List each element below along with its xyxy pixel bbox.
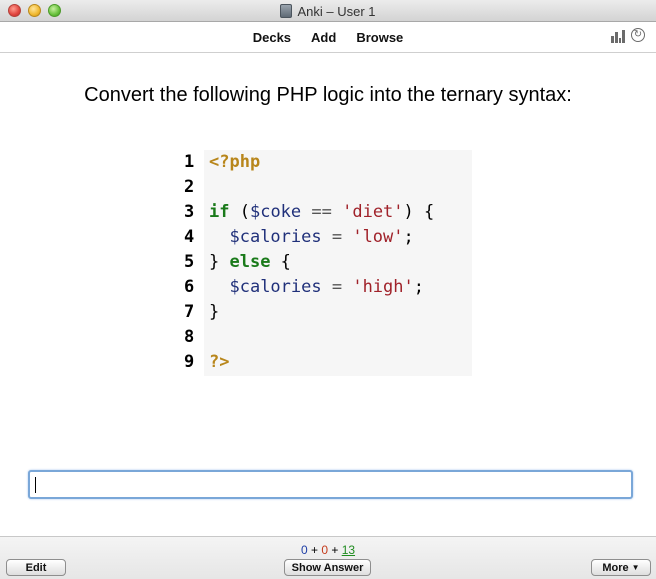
- line-number: 2: [184, 177, 195, 197]
- title-bar: Anki – User 1: [0, 0, 656, 22]
- code-token: 'high': [352, 277, 414, 297]
- code-text: }: [209, 300, 219, 325]
- window-title-group: Anki – User 1: [0, 0, 656, 22]
- edit-button-label: Edit: [25, 561, 47, 574]
- text-cursor: [35, 477, 36, 493]
- anki-app-icon: [280, 4, 293, 18]
- bottom-bar: 0 + 0 + 13 Edit Show Answer More ▼: [0, 536, 656, 579]
- decks-link[interactable]: Decks: [243, 30, 301, 45]
- code-token: 'low': [352, 227, 404, 247]
- show-answer-label: Show Answer: [291, 561, 364, 574]
- sync-icon[interactable]: ↻: [631, 28, 645, 42]
- code-text: if ($coke == 'diet') {: [209, 200, 434, 225]
- line-number: 3: [184, 202, 195, 222]
- due-counts: 0 + 0 + 13: [0, 543, 656, 557]
- code-token: 'diet': [342, 202, 404, 222]
- code-token: $coke: [249, 202, 302, 222]
- window-title: Anki – User 1: [297, 3, 376, 19]
- count-separator: +: [307, 543, 322, 557]
- code-token: ;: [413, 277, 424, 297]
- show-answer-button[interactable]: Show Answer: [284, 559, 371, 576]
- code-token: =: [321, 227, 353, 247]
- code-token: }: [209, 252, 230, 272]
- more-button-label: More: [602, 561, 629, 574]
- code-token: ?>: [209, 352, 230, 372]
- line-number: 5: [184, 252, 195, 272]
- code-token: {: [270, 252, 291, 272]
- code-text: <?php: [209, 150, 260, 175]
- code-token: <?php: [209, 152, 261, 172]
- main-toolbar: Decks Add Browse ↻: [0, 22, 656, 53]
- code-text: } else {: [209, 250, 291, 275]
- code-block: 1 <?php 2 3 if ($coke == 'diet') {4 $calorie…: [182, 150, 472, 376]
- line-number: 1: [184, 152, 195, 172]
- code-token: (: [229, 202, 250, 222]
- line-number: 4: [184, 227, 195, 247]
- browse-link[interactable]: Browse: [346, 30, 413, 45]
- chevron-down-icon: ▼: [631, 563, 640, 572]
- line-number: 6: [184, 277, 195, 297]
- count-separator: +: [328, 543, 342, 557]
- code-token: $calories: [229, 277, 322, 297]
- review-count[interactable]: 13: [342, 543, 355, 557]
- answer-input[interactable]: [28, 470, 633, 499]
- add-link[interactable]: Add: [301, 30, 346, 45]
- learning-count: 0: [321, 543, 328, 557]
- code-text: $calories = 'high';: [209, 275, 424, 300]
- code-text: ?>: [209, 350, 229, 375]
- more-button[interactable]: More ▼: [591, 559, 651, 576]
- code-token: ) {: [403, 202, 435, 222]
- code-text: $calories = 'low';: [209, 225, 414, 250]
- code-token: }: [209, 302, 220, 322]
- new-count: 0: [300, 543, 308, 557]
- code-token: if: [209, 202, 230, 222]
- toolbar-nav: Decks Add Browse: [0, 22, 656, 52]
- code-token: ==: [301, 202, 343, 222]
- code-token: ;: [403, 227, 414, 247]
- edit-button[interactable]: Edit: [6, 559, 66, 576]
- code-token: =: [321, 277, 353, 297]
- stats-icon[interactable]: [611, 29, 625, 43]
- code-token: $calories: [229, 227, 322, 247]
- line-number: 9: [184, 352, 195, 372]
- card-question: Convert the following PHP logic into the…: [84, 84, 572, 106]
- code-token: else: [229, 252, 271, 272]
- line-number: 8: [184, 327, 195, 347]
- line-number: 7: [184, 302, 195, 322]
